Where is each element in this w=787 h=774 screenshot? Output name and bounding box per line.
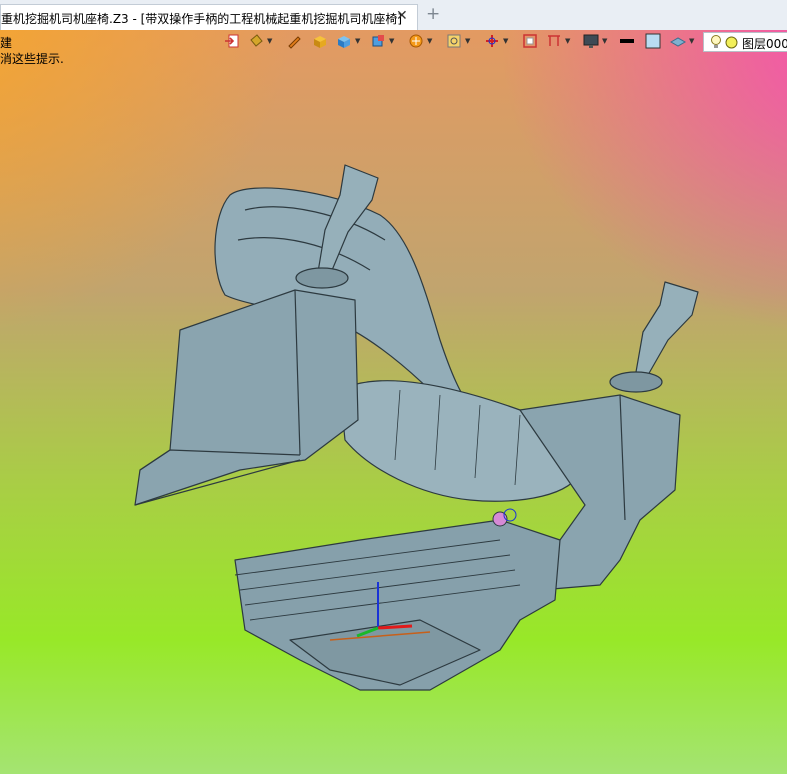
layer-color-icon[interactable] <box>725 36 738 49</box>
pencil-icon[interactable] <box>286 33 302 49</box>
chevron-down-icon[interactable]: ▼ <box>465 37 470 45</box>
frame-icon[interactable] <box>522 33 538 49</box>
close-tab-icon[interactable]: ✕ <box>396 8 408 24</box>
document-tab[interactable]: 重机挖掘机司机座椅.Z3 - [带双操作手柄的工程机械起重机挖掘机司机座椅] ✕ <box>0 4 418 30</box>
layer-name: 图层0000 <box>742 37 787 51</box>
chevron-down-icon[interactable]: ▼ <box>355 37 360 45</box>
seat-model[interactable] <box>0 30 787 774</box>
axis-icon[interactable] <box>484 33 500 49</box>
layer-selector[interactable]: 图层0000 <box>703 32 787 52</box>
chevron-down-icon[interactable]: ▼ <box>689 37 694 45</box>
document-tab-bar: 重机挖掘机司机座椅.Z3 - [带双操作手柄的工程机械起重机挖掘机司机座椅] ✕… <box>0 0 787 31</box>
left-armrest <box>134 289 359 506</box>
cube-icon[interactable] <box>336 33 352 49</box>
lightbulb-icon[interactable] <box>710 35 722 50</box>
material-icon[interactable] <box>669 33 687 49</box>
fill-color-icon[interactable] <box>645 33 661 49</box>
new-tab-icon[interactable]: + <box>426 4 440 24</box>
exit-icon[interactable] <box>224 33 240 49</box>
chevron-down-icon[interactable]: ▼ <box>565 37 570 45</box>
chevron-down-icon[interactable]: ▼ <box>602 37 607 45</box>
shaded-solid-icon[interactable] <box>312 33 328 49</box>
monitor-icon[interactable] <box>583 33 599 49</box>
line-color-icon[interactable] <box>619 33 635 49</box>
right-joystick <box>635 281 699 376</box>
view-cube-icon[interactable] <box>370 33 386 49</box>
chevron-down-icon[interactable]: ▼ <box>389 37 394 45</box>
dimension-icon[interactable] <box>546 33 562 49</box>
chevron-down-icon[interactable]: ▼ <box>427 37 432 45</box>
document-tab-title: 重机挖掘机司机座椅.Z3 - [带双操作手柄的工程机械起重机挖掘机司机座椅] <box>1 12 402 26</box>
sun-render-icon[interactable] <box>408 33 424 49</box>
hint-line-1: 建 <box>0 36 13 50</box>
3d-viewport[interactable]: 建 消这些提示. <box>0 30 787 774</box>
zoom-fit-icon[interactable] <box>446 33 462 49</box>
hint-line-2: 消这些提示. <box>0 52 64 66</box>
chevron-down-icon[interactable]: ▼ <box>503 37 508 45</box>
chevron-down-icon[interactable]: ▼ <box>267 37 272 45</box>
paint-bucket-icon[interactable] <box>248 33 264 49</box>
